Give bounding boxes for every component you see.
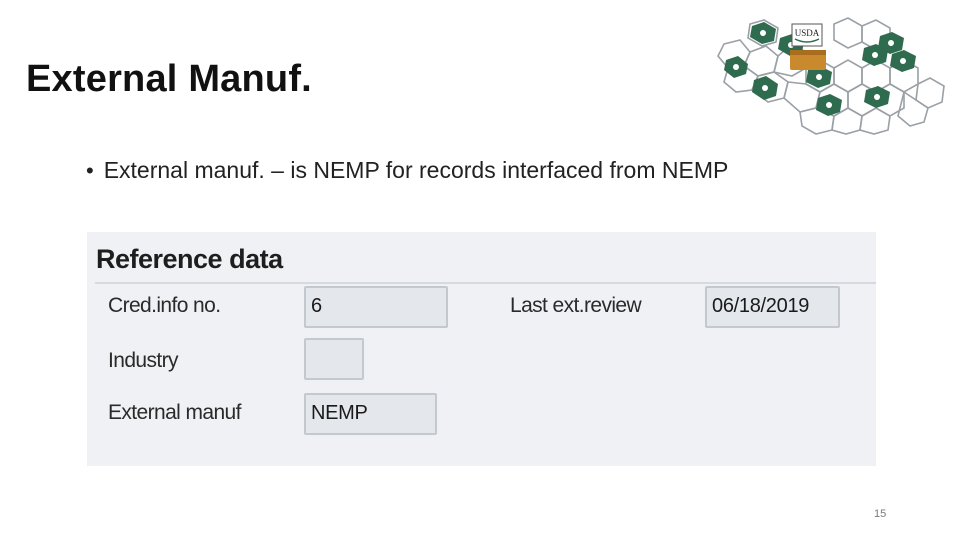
last-ext-review-label: Last ext.review <box>510 294 642 317</box>
usda-network-logo: USDA <box>717 17 945 135</box>
slide-title: External Manuf. <box>26 58 312 100</box>
page-number: 15 <box>874 508 887 520</box>
industry-field[interactable] <box>304 338 364 380</box>
bullet-dot-icon: • <box>86 158 94 183</box>
cred-info-no-label: Cred.info no. <box>108 294 221 317</box>
last-ext-review-field[interactable]: 06/18/2019 <box>705 286 840 328</box>
reference-data-title: Reference data <box>96 244 283 274</box>
slide: External Manuf. USDA • External manuf. –… <box>0 0 960 540</box>
external-manuf-field[interactable]: NEMP <box>304 393 437 435</box>
external-manuf-label: External manuf <box>108 401 241 424</box>
bullet-text: External manuf. – is NEMP for records in… <box>103 157 729 183</box>
bullet-point: • External manuf. – is NEMP for records … <box>86 157 728 184</box>
svg-text:USDA: USDA <box>795 28 820 38</box>
cred-info-no-field[interactable]: 6 <box>304 286 448 328</box>
reference-data-panel: Reference data Cred.info no. 6 Last ext.… <box>87 232 876 466</box>
section-divider <box>95 282 876 284</box>
industry-label: Industry <box>108 349 179 372</box>
